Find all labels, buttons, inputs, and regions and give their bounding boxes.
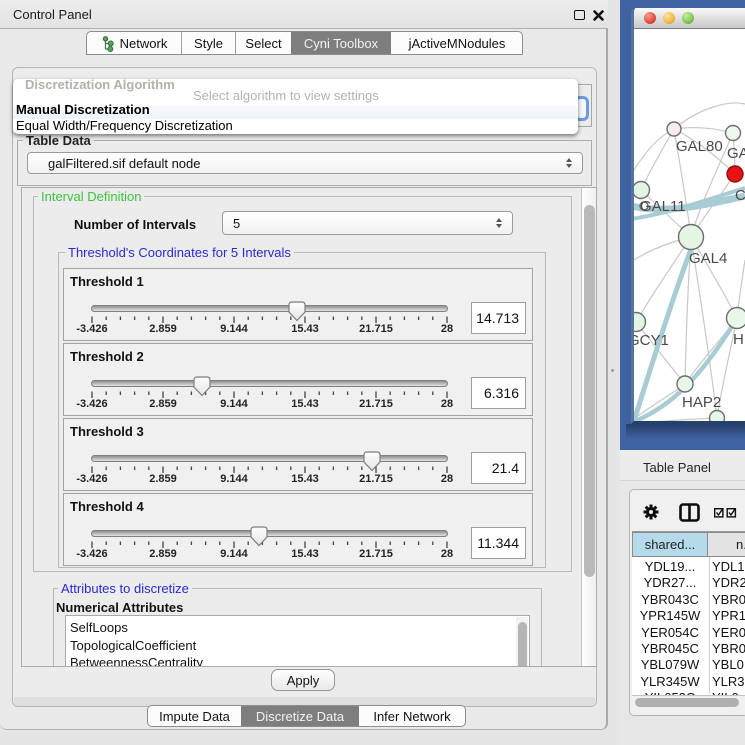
svg-text:GCY1: GCY1 — [634, 332, 669, 349]
svg-text:GAL11: GAL11 — [640, 198, 686, 215]
svg-text:H: H — [733, 331, 744, 348]
svg-text:GAL80: GAL80 — [676, 138, 723, 155]
svg-text:GA: GA — [727, 145, 745, 162]
svg-text:HAP2: HAP2 — [682, 394, 721, 411]
svg-text:C: C — [735, 187, 745, 204]
svg-text:GAL4: GAL4 — [689, 250, 727, 267]
